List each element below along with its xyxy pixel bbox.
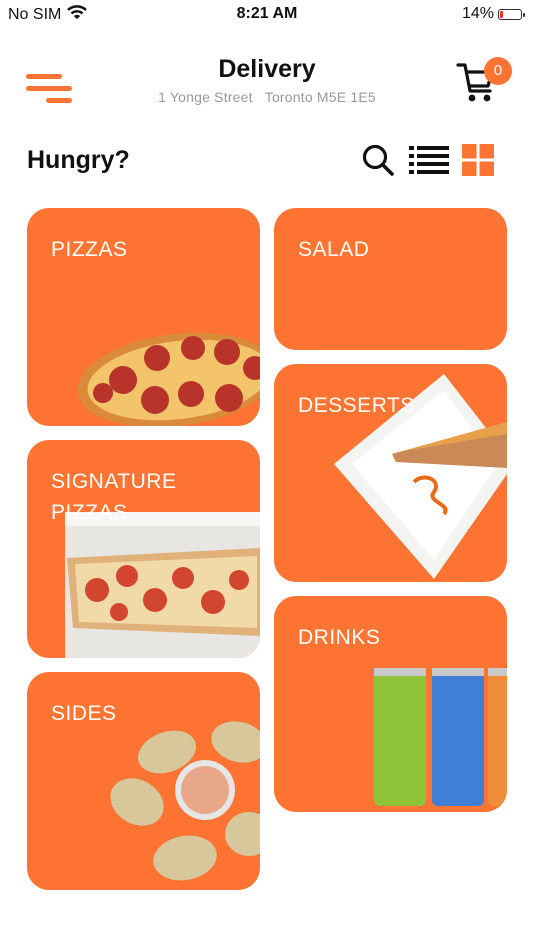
- category-label: SIDES: [51, 702, 117, 725]
- list-view-icon: [409, 146, 449, 174]
- category-label: DESSERTS: [298, 394, 415, 417]
- category-card-pizzas[interactable]: PIZZAS: [27, 208, 260, 426]
- status-right: 14%: [461, 5, 525, 23]
- category-card-signature-pizzas[interactable]: SIGNATURE PIZZAS: [27, 440, 260, 658]
- category-card-drinks[interactable]: DRINKS: [274, 596, 507, 812]
- list-view-button[interactable]: [408, 142, 450, 178]
- delivery-address[interactable]: 1 Yonge Street Toronto M5E 1E5: [0, 89, 534, 105]
- category-label: DRINKS: [298, 626, 381, 649]
- category-label: PIZZAS: [51, 238, 128, 261]
- battery-percent: 14%: [461, 5, 494, 22]
- category-label: SALAD: [298, 238, 370, 261]
- grid-view-icon: [462, 144, 494, 176]
- category-label: SIGNATURE PIZZAS: [51, 470, 177, 524]
- battery-icon: [498, 8, 525, 20]
- category-card-desserts[interactable]: DESSERTS: [274, 364, 507, 582]
- clock: 8:21 AM: [236, 5, 298, 22]
- cart-count-badge: 0: [484, 57, 512, 85]
- cart-button[interactable]: 0: [456, 57, 516, 107]
- section-heading: Hungry?: [27, 146, 130, 174]
- app-header: Delivery 1 Yonge Street Toronto M5E 1E5 …: [0, 45, 534, 115]
- category-card-sides[interactable]: SIDES: [27, 672, 260, 890]
- battery-level: [500, 10, 503, 18]
- search-icon: [362, 144, 394, 176]
- category-card-salad[interactable]: SALAD: [274, 208, 507, 350]
- status-bar: No SIM 8:21 AM 14%: [0, 0, 534, 30]
- search-button[interactable]: [360, 142, 396, 178]
- page-title: Delivery: [218, 55, 316, 83]
- grid-view-button[interactable]: [460, 142, 496, 178]
